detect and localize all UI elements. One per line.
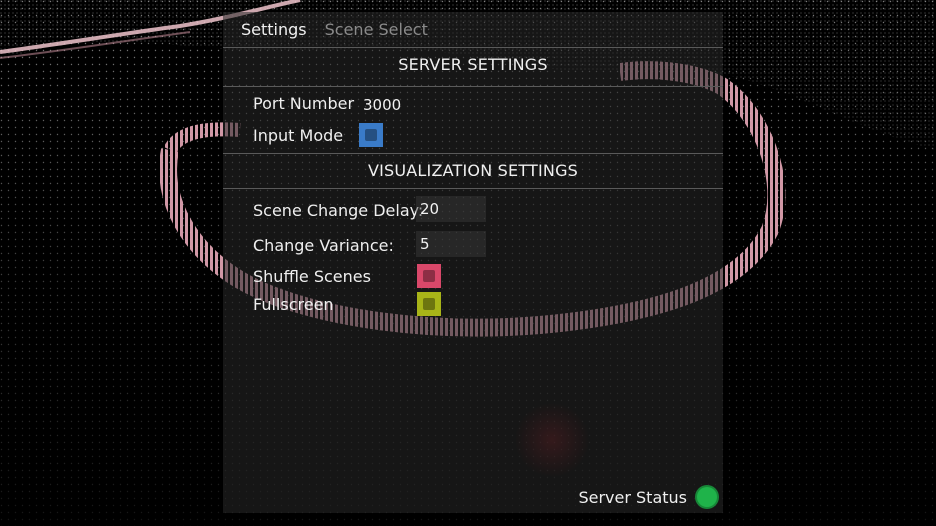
change-variance-value: 5 <box>420 235 430 253</box>
shuffle-scenes-label: Shuffle Scenes <box>253 267 371 286</box>
server-status: Server Status <box>578 485 719 509</box>
scene-change-delay-label: Scene Change Delay: <box>253 201 424 220</box>
divider <box>223 153 723 154</box>
tab-bar: Settings Scene Select <box>237 16 442 48</box>
change-variance-label: Change Variance: <box>253 236 394 255</box>
toggle-indicator <box>423 270 435 282</box>
tab-scene-select[interactable]: Scene Select <box>321 16 432 48</box>
status-indicator-icon <box>695 485 719 509</box>
scene-change-delay-value: 20 <box>420 200 440 218</box>
fullscreen-label: Fullscreen <box>253 295 334 314</box>
port-number-label: Port Number <box>253 94 355 113</box>
divider <box>223 188 723 189</box>
server-settings-header: SERVER SETTINGS <box>398 55 548 74</box>
divider <box>223 86 723 87</box>
tab-settings[interactable]: Settings <box>237 16 311 48</box>
toggle-indicator <box>423 298 435 310</box>
fullscreen-toggle[interactable] <box>417 292 441 316</box>
shuffle-scenes-toggle[interactable] <box>417 264 441 288</box>
settings-panel: Settings Scene Select SERVER SETTINGS Po… <box>223 12 723 513</box>
toggle-indicator <box>365 129 377 141</box>
visualization-settings-header: VISUALIZATION SETTINGS <box>367 161 579 180</box>
change-variance-field[interactable]: 5 <box>416 231 486 257</box>
server-status-label: Server Status <box>578 487 687 507</box>
scene-change-delay-field[interactable]: 20 <box>416 196 486 222</box>
divider <box>223 47 723 48</box>
input-mode-label: Input Mode <box>253 126 344 145</box>
input-mode-toggle[interactable] <box>359 123 383 147</box>
port-number-field[interactable]: 3000 <box>359 92 439 118</box>
port-number-value: 3000 <box>363 96 402 114</box>
